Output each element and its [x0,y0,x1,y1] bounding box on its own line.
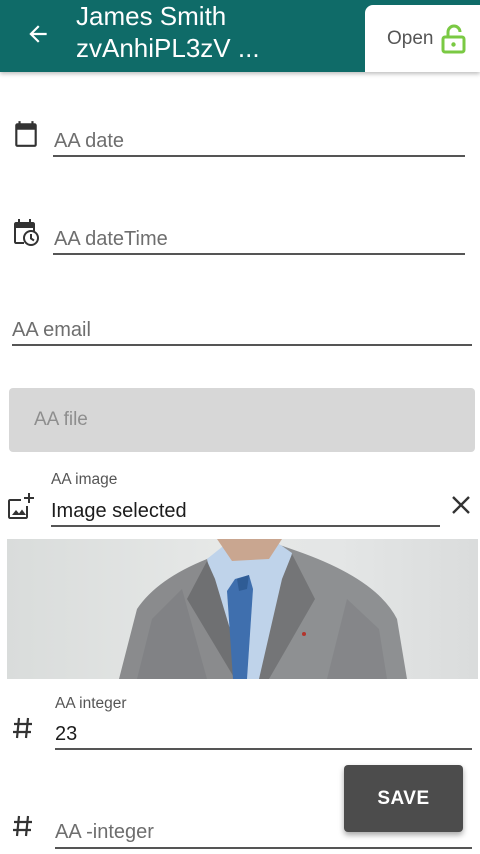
integer-field[interactable]: 23 [55,719,472,753]
hash-icon [11,813,35,839]
image-value: Image selected [51,500,187,522]
close-icon[interactable] [448,492,474,518]
date-placeholder: AA date [54,130,125,152]
calendar-clock-icon [12,217,40,247]
calendar-icon [12,120,40,148]
title-name: James Smith [76,1,227,31]
status-label: Open [387,27,434,49]
image-label: AA image [51,471,118,488]
date-field[interactable]: AA date [53,125,465,159]
image-field[interactable]: Image selected [51,496,440,530]
hash-icon [11,715,35,741]
integer-value: 23 [55,723,78,745]
file-field[interactable]: AA file [9,388,475,452]
file-placeholder: AA file [34,409,88,430]
image-preview [7,539,478,679]
email-placeholder: AA email [12,319,91,341]
neg-integer-underline [55,847,472,849]
save-button[interactable]: SAVE [344,765,463,832]
image-underline [51,525,440,527]
date-underline [53,155,465,157]
portrait-image [119,539,407,679]
lock-open-icon [441,24,466,53]
title-id: zvAnhiPL3zV ... [76,33,260,63]
integer-underline [55,748,472,750]
add-photo-icon[interactable] [6,491,36,521]
status-toggle[interactable]: Open [365,5,480,72]
datetime-placeholder: AA dateTime [54,228,168,250]
neg-integer-placeholder: AA -integer [55,821,154,843]
datetime-field[interactable]: AA dateTime [53,223,465,257]
arrow-back-icon [29,25,47,43]
integer-label: AA integer [55,695,127,712]
page-title: James Smith zvAnhiPL3zV ... [76,0,260,64]
datetime-underline [53,253,465,255]
back-button[interactable] [22,18,54,50]
email-field[interactable]: AA email [12,314,472,348]
email-underline [12,344,472,346]
